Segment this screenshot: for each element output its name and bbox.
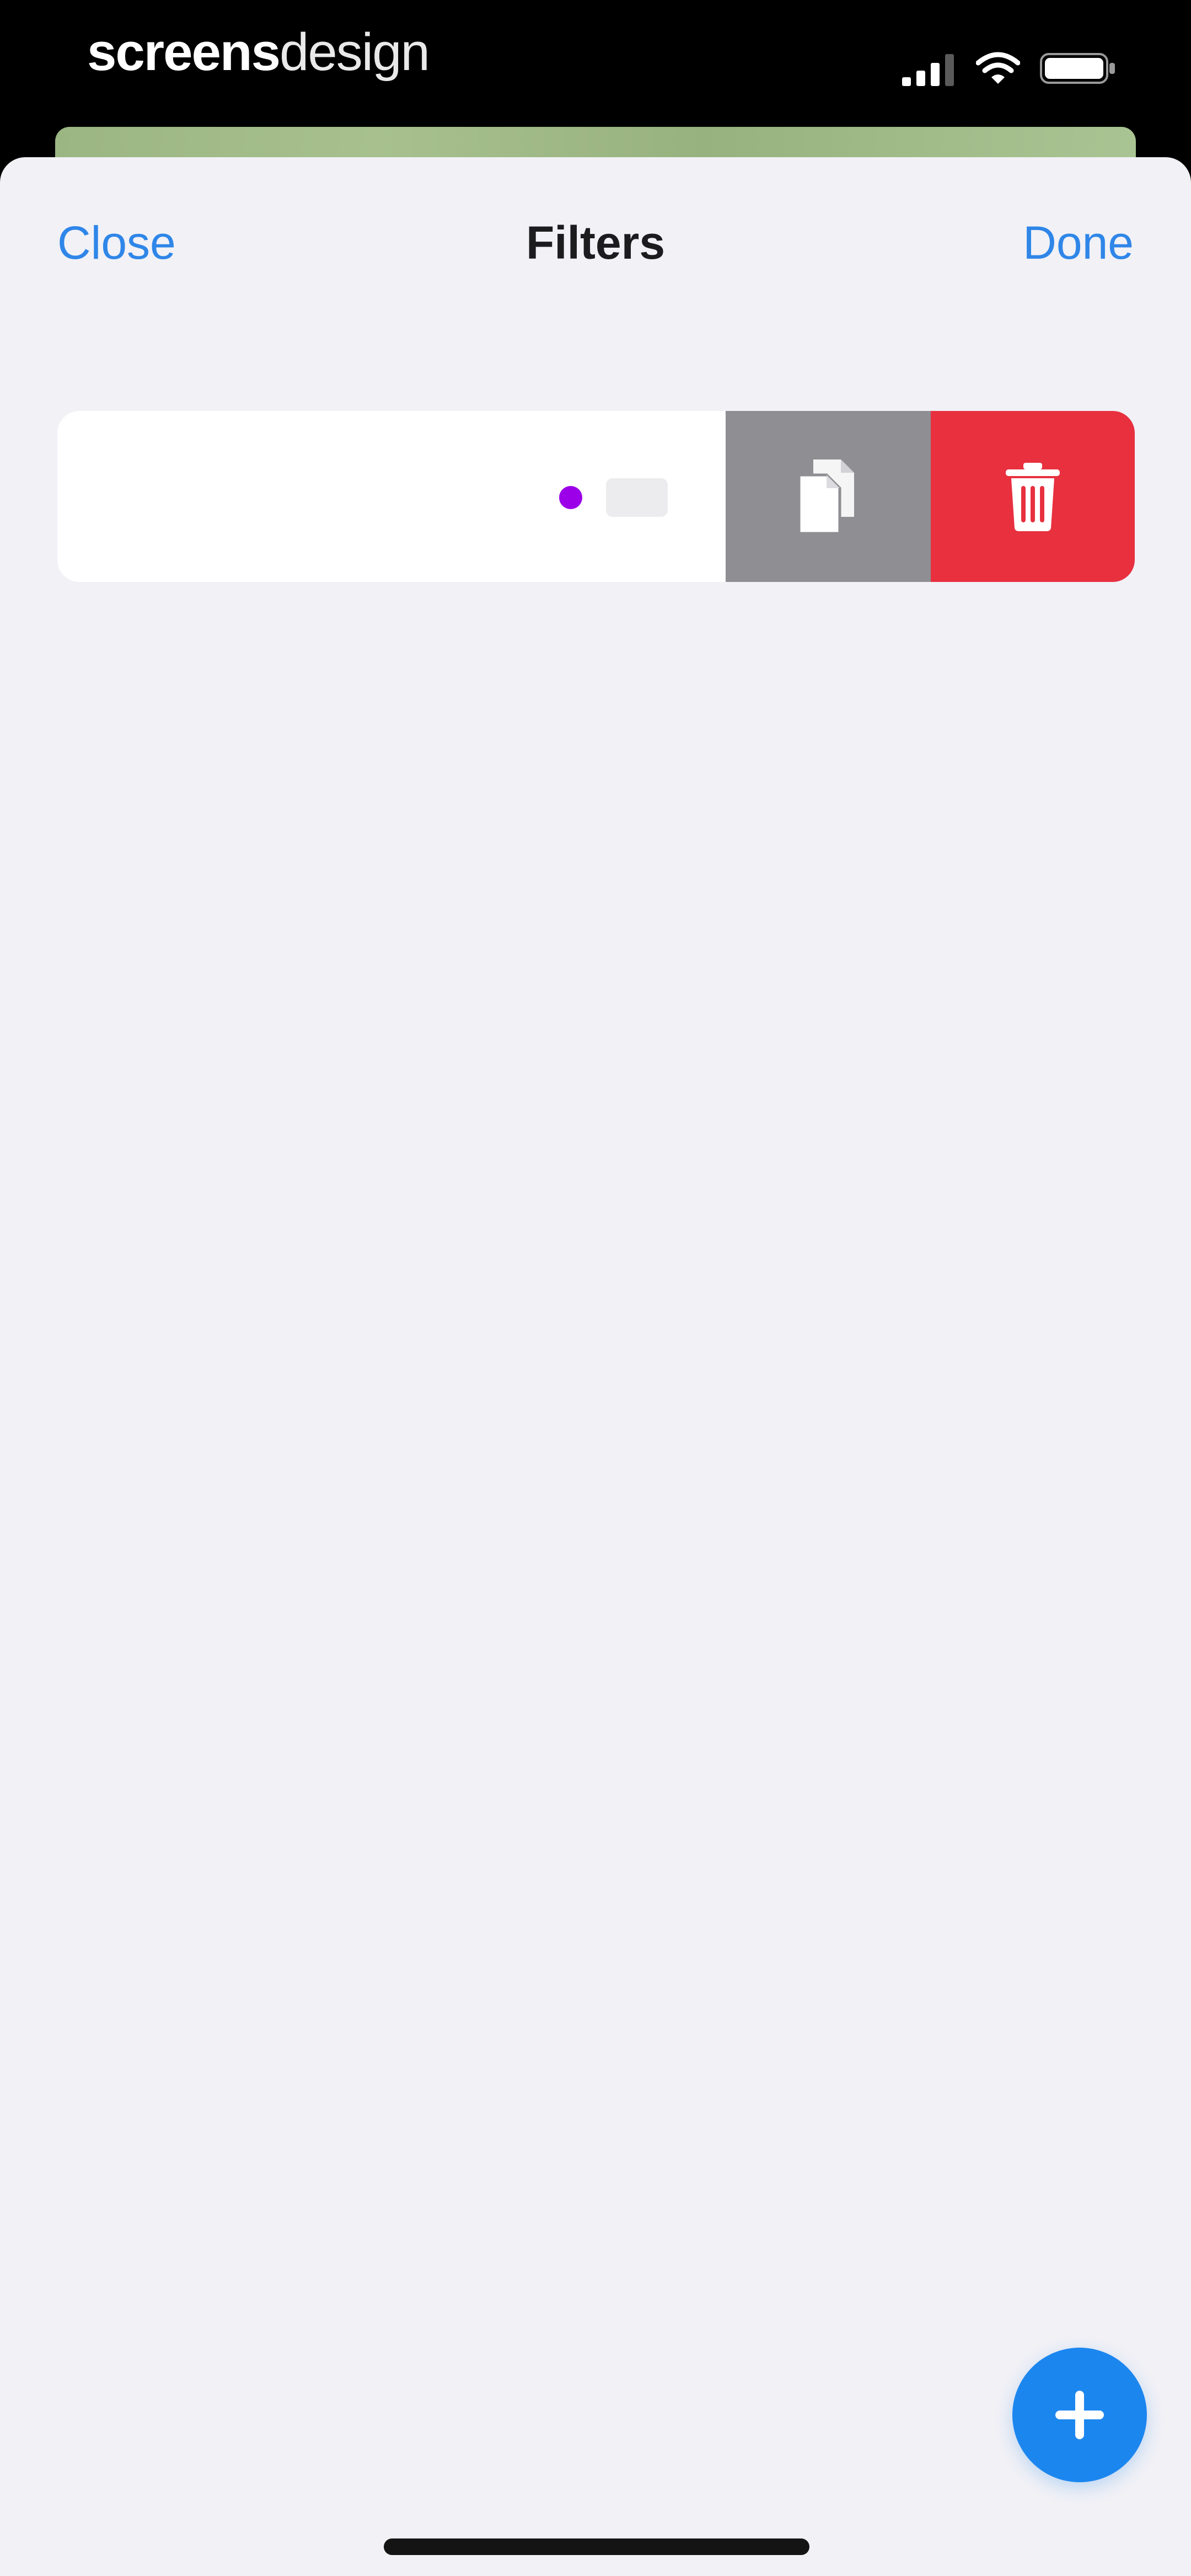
wifi-icon: [976, 52, 1020, 84]
duplicate-button[interactable]: [726, 411, 931, 582]
page-title: Filters: [525, 217, 666, 269]
filters-sheet: Close Filters Done: [0, 157, 1191, 2576]
brand-part-2: design: [279, 23, 430, 82]
battery-icon: [1040, 53, 1115, 84]
filter-row[interactable]: [57, 411, 1135, 582]
brand-watermark: screensdesign: [87, 22, 430, 83]
add-filter-button[interactable]: [1012, 2348, 1147, 2482]
delete-button[interactable]: [931, 411, 1135, 582]
signal-icon: [902, 54, 954, 86]
trash-icon: [1006, 463, 1060, 531]
home-indicator[interactable]: [384, 2538, 809, 2555]
filter-value-chip: [606, 478, 668, 517]
brand-part-1: screens: [87, 23, 281, 82]
filter-row-content[interactable]: [57, 411, 726, 582]
filter-color-dot: [559, 486, 582, 509]
duplicate-icon: [797, 459, 854, 535]
screen: screensdesign Close Filters Done: [0, 0, 1191, 2576]
plus-icon: [1055, 2391, 1104, 2439]
done-button[interactable]: Done: [1023, 215, 1134, 270]
status-bar: screensdesign: [0, 0, 1191, 127]
